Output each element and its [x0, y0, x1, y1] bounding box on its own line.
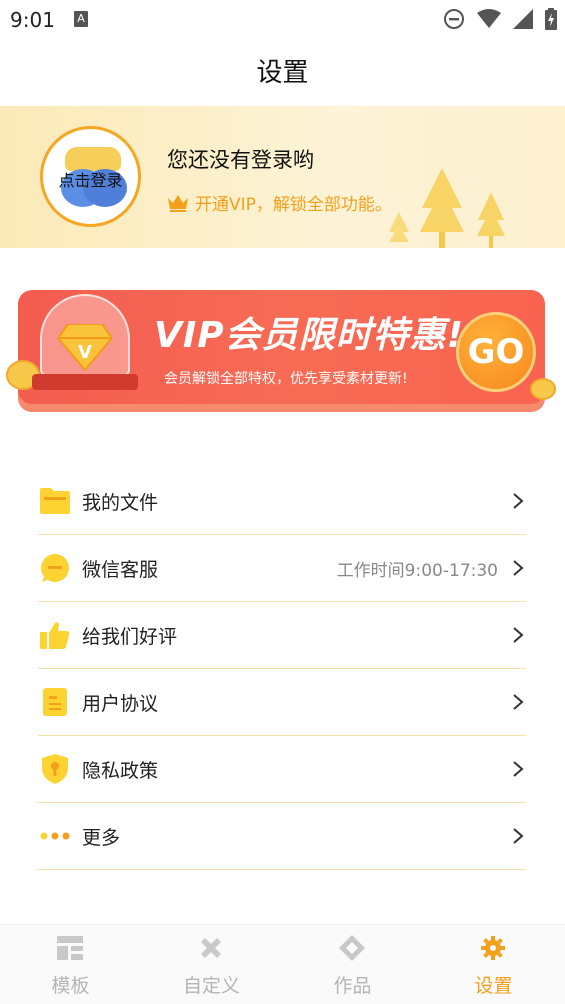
status-bar: 9:01 A — [0, 0, 565, 40]
gear-icon — [480, 935, 506, 961]
shield-icon — [40, 754, 70, 784]
works-icon — [339, 935, 365, 961]
menu-item-privacy-policy[interactable]: 隐私政策 — [38, 736, 526, 803]
menu-item-wechat-support[interactable]: 微信客服 工作时间9:00-17:30 — [38, 535, 526, 602]
vip-banner-subtitle: 会员解锁全部特权，优先享受素材更新! — [164, 371, 408, 387]
menu-item-label: 我的文件 — [82, 491, 159, 514]
profile-name: 您还没有登录哟 — [167, 148, 314, 172]
tree-decoration-icon — [420, 168, 464, 248]
support-hours: 工作时间9:00-17:30 — [336, 560, 498, 581]
thumbs-up-icon — [40, 620, 70, 650]
tools-icon — [198, 935, 224, 961]
vip-banner-title: VIP会员限时特惠! — [154, 315, 465, 356]
login-label: 点击登录 — [58, 171, 123, 190]
menu-item-label: 更多 — [82, 826, 121, 849]
menu-item-more[interactable]: 更多 — [38, 803, 526, 870]
vip-prompt[interactable]: 开通VIP，解锁全部功能。 — [167, 190, 392, 215]
menu-item-label: 用户协议 — [82, 692, 159, 715]
menu-item-label: 微信客服 — [82, 558, 159, 581]
go-button[interactable]: GO — [456, 312, 536, 392]
status-time: 9:01 — [10, 8, 55, 32]
chevron-right-icon — [513, 761, 524, 777]
tab-label: 设置 — [474, 975, 513, 997]
dome-base-decoration — [32, 374, 138, 390]
tab-settings[interactable]: 设置 — [423, 925, 564, 1004]
status-icons — [443, 8, 557, 30]
menu-item-label: 给我们好评 — [82, 625, 178, 648]
page-title: 设置 — [256, 58, 309, 88]
tab-label: 模板 — [51, 975, 90, 997]
do-not-disturb-icon — [444, 9, 464, 29]
vip-promo-banner[interactable]: V VIP会员限时特惠! 会员解锁全部特权，优先享受素材更新! GO — [6, 290, 556, 414]
diamond-icon: V — [58, 324, 112, 370]
tree-decoration-icon — [477, 192, 505, 248]
tab-works[interactable]: 作品 — [282, 925, 423, 1004]
menu-item-rate-us[interactable]: 给我们好评 — [38, 602, 526, 669]
chevron-right-icon — [513, 694, 524, 710]
avatar-login-button[interactable]: 点击登录 — [40, 126, 141, 227]
vip-prompt-text: 开通VIP，解锁全部功能。 — [195, 195, 392, 215]
tab-label: 作品 — [333, 975, 372, 997]
signal-icon — [513, 9, 533, 29]
more-dots-icon — [40, 821, 70, 851]
tab-templates[interactable]: 模板 — [0, 925, 141, 1004]
notification-icon: A — [74, 11, 88, 27]
menu-item-user-agreement[interactable]: 用户协议 — [38, 669, 526, 736]
coin-icon — [530, 378, 556, 400]
folder-icon — [40, 486, 70, 516]
tab-label: 自定义 — [182, 975, 240, 997]
chevron-right-icon — [513, 560, 524, 576]
wifi-icon — [477, 9, 501, 28]
tree-decoration-icon — [389, 212, 409, 242]
chevron-right-icon — [513, 493, 524, 509]
bottom-navigation: 模板 自定义 作品 设置 — [0, 924, 565, 1004]
template-icon — [57, 935, 83, 961]
battery-icon — [545, 8, 557, 30]
crown-icon — [168, 194, 188, 212]
menu-item-label: 隐私政策 — [82, 759, 159, 782]
profile-banner[interactable]: 点击登录 您还没有登录哟 开通VIP，解锁全部功能。 — [0, 106, 565, 248]
chevron-right-icon — [513, 627, 524, 643]
chevron-right-icon — [513, 828, 524, 844]
menu-item-my-files[interactable]: 我的文件 — [38, 468, 526, 535]
gem-letter: V — [78, 342, 92, 363]
tab-custom[interactable]: 自定义 — [141, 925, 282, 1004]
chat-icon — [40, 553, 70, 583]
settings-menu: 我的文件 微信客服 工作时间9:00-17:30 给我们好评 用户协议 隐私政策 — [38, 468, 526, 870]
document-icon — [40, 687, 70, 717]
